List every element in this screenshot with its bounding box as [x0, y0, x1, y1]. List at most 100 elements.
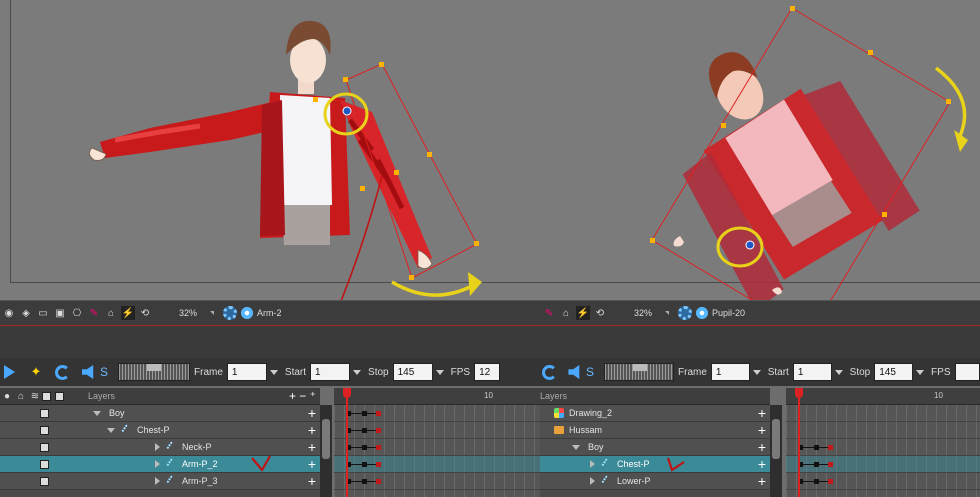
- scrub-sound-icon[interactable]: S: [586, 365, 594, 379]
- stop-dropdown-icon[interactable]: [433, 363, 447, 381]
- stop-field[interactable]: 145: [392, 363, 433, 381]
- node-gear-icon[interactable]: [678, 306, 693, 320]
- timeline-row[interactable]: [334, 405, 540, 422]
- sound-scrub-slider[interactable]: [603, 363, 674, 381]
- all-lock-box[interactable]: [55, 391, 64, 401]
- start-field[interactable]: 1: [792, 363, 833, 381]
- play-icon[interactable]: [4, 365, 15, 379]
- sound-icon[interactable]: [568, 365, 580, 379]
- start-dropdown-icon[interactable]: [350, 363, 364, 381]
- sound-icon[interactable]: [82, 365, 94, 379]
- node-flower-icon[interactable]: [695, 306, 710, 320]
- current-node-name[interactable]: Arm-2: [257, 308, 282, 318]
- layer-add-icon[interactable]: + − ⁺: [289, 389, 316, 403]
- sound-scrub-slider[interactable]: [118, 363, 191, 381]
- visibility-icon[interactable]: ●: [0, 389, 14, 403]
- reset-view-icon[interactable]: ⟲: [593, 306, 607, 320]
- node-flower-icon[interactable]: [240, 306, 255, 320]
- layer-visible-box[interactable]: [40, 408, 49, 418]
- timeline-row[interactable]: [786, 439, 980, 456]
- layer-row-lower-p[interactable]: Lower-P +: [540, 473, 770, 490]
- layer-row-chest-p[interactable]: Chest-P +: [0, 422, 320, 439]
- layers-scrollbar-right[interactable]: [770, 405, 782, 497]
- lightning-icon[interactable]: ⚡: [576, 306, 590, 320]
- lock-icon[interactable]: ⌂: [559, 306, 573, 320]
- expand-icon[interactable]: [93, 410, 101, 416]
- all-visible-box[interactable]: [42, 391, 51, 401]
- camera-view[interactable]: [0, 0, 980, 300]
- add-layer-icon[interactable]: +: [308, 440, 316, 454]
- start-dropdown-icon[interactable]: [832, 363, 846, 381]
- layer-row-boy[interactable]: Boy +: [0, 405, 320, 422]
- timeline-row[interactable]: [334, 473, 540, 490]
- layer-row-hussam[interactable]: Hussam +: [540, 422, 770, 439]
- stop-dropdown-icon[interactable]: [913, 363, 927, 381]
- add-layer-icon[interactable]: +: [308, 423, 316, 437]
- scrub-sound-icon[interactable]: S: [100, 365, 108, 379]
- render-preview-icon[interactable]: ⎔: [70, 306, 84, 320]
- add-layer-icon[interactable]: +: [758, 440, 766, 454]
- add-layer-icon[interactable]: +: [758, 474, 766, 488]
- frame-dropdown-icon[interactable]: [750, 363, 764, 381]
- expand-icon[interactable]: [155, 477, 160, 485]
- character-boy-right[interactable]: [540, 0, 980, 300]
- safe-area-icon[interactable]: ▭: [36, 306, 50, 320]
- layer-visible-box[interactable]: [40, 425, 49, 435]
- layer-row-neck-p[interactable]: Neck-P +: [0, 439, 320, 456]
- expand-icon[interactable]: [590, 477, 595, 485]
- node-gear-icon[interactable]: [223, 306, 238, 320]
- layers-scrollbar-left[interactable]: [320, 405, 332, 497]
- expand-icon[interactable]: [155, 443, 160, 451]
- layer-row-arm-p-2[interactable]: Arm-P_2 +: [0, 456, 320, 473]
- stack-icon[interactable]: ≋: [28, 389, 42, 403]
- paint-icon[interactable]: ✎: [87, 306, 101, 320]
- reset-view-icon[interactable]: ⟲: [138, 306, 152, 320]
- zoom-dropdown-icon[interactable]: [210, 311, 215, 315]
- layer-row-drawing-2[interactable]: Drawing_2 +: [540, 405, 770, 422]
- start-field[interactable]: 1: [310, 363, 351, 381]
- character-boy-left[interactable]: [0, 0, 520, 300]
- frame-field[interactable]: 1: [710, 363, 751, 381]
- layer-row-arm-p-3[interactable]: Arm-P_3 +: [0, 473, 320, 490]
- add-layer-icon[interactable]: +: [308, 474, 316, 488]
- frame-field[interactable]: 1: [226, 363, 267, 381]
- timeline-row[interactable]: [786, 473, 980, 490]
- timeline-row[interactable]: [334, 422, 540, 439]
- layer-visible-box[interactable]: [40, 476, 49, 486]
- zoom-level[interactable]: 32%: [179, 308, 197, 318]
- frame-dropdown-icon[interactable]: [267, 363, 281, 381]
- layer-visible-box[interactable]: [40, 442, 49, 452]
- loop-icon[interactable]: [542, 364, 557, 380]
- timeline-right[interactable]: 10: [786, 388, 980, 497]
- timeline-row[interactable]: [786, 405, 980, 422]
- expand-icon[interactable]: [590, 460, 595, 468]
- timeline-row[interactable]: [786, 456, 980, 473]
- timeline-row[interactable]: [334, 439, 540, 456]
- onion-skin-icon[interactable]: ◉: [2, 306, 16, 320]
- add-layer-icon[interactable]: +: [758, 423, 766, 437]
- lock-icon[interactable]: ⌂: [104, 306, 118, 320]
- loop-icon[interactable]: [55, 364, 70, 380]
- expand-icon[interactable]: [572, 444, 580, 450]
- expand-icon[interactable]: [155, 460, 160, 468]
- fps-field[interactable]: 12: [474, 363, 501, 381]
- timeline-row[interactable]: [334, 456, 540, 473]
- playhead[interactable]: [795, 388, 803, 497]
- timeline-row[interactable]: [786, 422, 980, 439]
- lock-column-icon[interactable]: ⌂: [14, 389, 28, 403]
- layer-row-boy[interactable]: Boy +: [540, 439, 770, 456]
- add-layer-icon[interactable]: +: [308, 457, 316, 471]
- zoom-level[interactable]: 32%: [634, 308, 652, 318]
- scrollbar-thumb[interactable]: [322, 419, 330, 459]
- lightning-icon[interactable]: ⚡: [121, 306, 135, 320]
- add-layer-icon[interactable]: +: [758, 406, 766, 420]
- zoom-dropdown-icon[interactable]: [665, 311, 670, 315]
- paint-icon[interactable]: ✎: [542, 306, 556, 320]
- timeline-left[interactable]: 10: [334, 388, 540, 497]
- add-layer-icon[interactable]: +: [758, 457, 766, 471]
- layer-visible-box[interactable]: [40, 459, 49, 469]
- expand-icon[interactable]: [107, 427, 115, 433]
- timeline-ruler[interactable]: 10: [334, 388, 540, 405]
- fps-field[interactable]: [954, 363, 980, 381]
- layer-row-chest-p[interactable]: Chest-P +: [540, 456, 770, 473]
